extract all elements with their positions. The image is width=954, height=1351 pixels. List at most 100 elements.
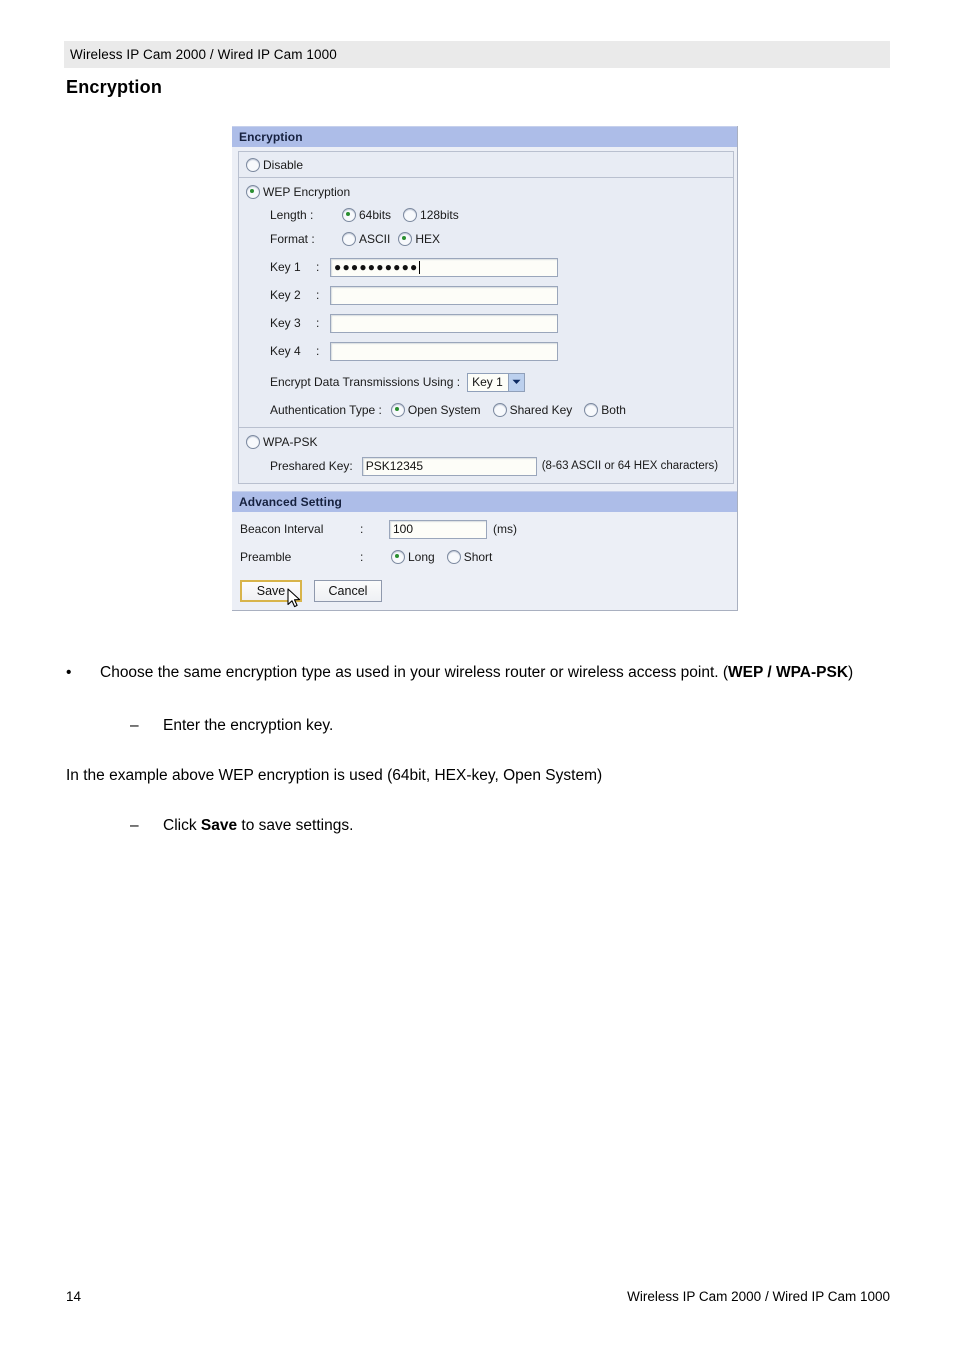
preshared-key-input[interactable]: PSK12345 xyxy=(361,456,537,476)
encrypt-using-label: Encrypt Data Transmissions Using : xyxy=(270,375,461,389)
encryption-panel-header: Encryption xyxy=(232,126,737,147)
text-caret xyxy=(419,260,421,274)
key-4-row: Key 4 : xyxy=(246,340,733,362)
key-3-input[interactable] xyxy=(330,313,558,333)
radio-wpa-psk-icon[interactable] xyxy=(246,435,260,449)
key-1-row: Key 1 : ●●●●●●●●●● xyxy=(246,256,733,278)
radio-wep-encryption-label: WEP Encryption xyxy=(263,185,351,199)
wpa-psk-group: WPA-PSK Preshared Key: PSK12345 (8-63 AS… xyxy=(238,427,734,484)
radio-wpa-psk-label: WPA-PSK xyxy=(263,435,318,449)
sub-item-2-text: Click Save to save settings. xyxy=(163,815,353,837)
beacon-interval-unit: (ms) xyxy=(493,522,517,536)
auth-type-row: Authentication Type : Open System Shared… xyxy=(246,399,733,421)
radio-preamble-short-icon[interactable] xyxy=(446,550,461,564)
radio-both-label: Both xyxy=(601,403,626,417)
sub-item-2-bold: Save xyxy=(200,817,238,834)
wep-length-row: Length : 64bits 128bits xyxy=(246,204,733,226)
bullet-item-1-text: Choose the same encryption type as used … xyxy=(100,662,853,684)
radio-ascii-icon[interactable] xyxy=(342,232,356,246)
radio-64bits-label: 64bits xyxy=(359,208,392,222)
auth-type-label: Authentication Type : xyxy=(270,403,382,417)
preshared-key-label: Preshared Key: xyxy=(270,459,353,473)
running-header-band: Wireless IP Cam 2000 / Wired IP Cam 1000 xyxy=(64,41,890,68)
advanced-setting-title: Advanced Setting xyxy=(239,495,342,509)
beacon-interval-input[interactable]: 100 xyxy=(389,519,487,539)
bullet-item-1-bold: WEP / WPA-PSK xyxy=(728,664,849,681)
key-2-label: Key 2 xyxy=(270,288,301,302)
radio-preamble-short-label: Short xyxy=(463,550,493,564)
wep-length-label: Length : xyxy=(270,208,314,222)
example-paragraph: In the example above WEP encryption is u… xyxy=(66,765,876,787)
radio-ascii-label: ASCII xyxy=(359,232,391,246)
radio-open-system-icon[interactable] xyxy=(390,403,405,417)
key-2-row: Key 2 : xyxy=(246,284,733,306)
wep-format-row: Format : ASCII HEX xyxy=(246,228,733,250)
encryption-settings-panel: Encryption Disable WEP Encryption Length… xyxy=(232,126,738,611)
beacon-interval-colon: : xyxy=(360,522,364,536)
wep-encryption-row[interactable]: WEP Encryption xyxy=(246,183,733,201)
key-4-input[interactable] xyxy=(330,341,558,361)
sub-item-2-text-part1: Click xyxy=(163,817,201,834)
dash-marker-1: – xyxy=(130,717,139,734)
radio-64bits-icon[interactable] xyxy=(342,208,356,222)
advanced-setting-header: Advanced Setting xyxy=(232,491,737,512)
key-2-input[interactable] xyxy=(330,285,558,305)
advanced-setting-body: Beacon Interval : 100 (ms) Preamble : Lo… xyxy=(232,512,737,610)
encryption-panel-body: Disable WEP Encryption Length : 64bits 1… xyxy=(232,147,737,487)
sub-item-1: – Enter the encryption key. xyxy=(130,715,870,737)
radio-shared-key-icon[interactable] xyxy=(492,403,507,417)
radio-both-icon[interactable] xyxy=(584,403,599,417)
sub-item-1-text: Enter the encryption key. xyxy=(163,717,334,734)
beacon-interval-row: Beacon Interval : 100 (ms) xyxy=(240,518,737,540)
radio-preamble-long-icon[interactable] xyxy=(391,550,405,564)
radio-128bits-label: 128bits xyxy=(420,208,459,222)
key-1-label: Key 1 xyxy=(270,260,301,274)
radio-128bits-icon[interactable] xyxy=(403,208,418,222)
encrypt-using-select[interactable]: Key 1 xyxy=(467,372,525,392)
bullet-item-1-text-part1: Choose the same encryption type as used … xyxy=(100,664,729,681)
key-1-input[interactable]: ●●●●●●●●●● xyxy=(330,257,558,277)
preamble-label: Preamble xyxy=(240,550,292,564)
bullet-item-1: • Choose the same encryption type as use… xyxy=(66,662,876,684)
preamble-row: Preamble : Long Short xyxy=(240,546,737,568)
beacon-interval-label: Beacon Interval xyxy=(240,522,324,536)
bullet-item-1-text-part2: ) xyxy=(848,664,854,681)
encryption-panel-title: Encryption xyxy=(239,130,303,144)
key-1-colon: : xyxy=(316,260,320,274)
footer-page-number: 14 xyxy=(66,1289,82,1304)
beacon-interval-value: 100 xyxy=(393,522,414,536)
key-4-colon: : xyxy=(316,344,320,358)
save-button[interactable]: Save xyxy=(240,580,302,602)
running-header-text: Wireless IP Cam 2000 / Wired IP Cam 1000 xyxy=(70,47,337,62)
encrypt-using-value: Key 1 xyxy=(472,375,503,389)
preshared-key-row: Preshared Key: PSK12345 (8-63 ASCII or 6… xyxy=(246,455,733,477)
bullet-marker: • xyxy=(66,664,72,681)
key-1-value: ●●●●●●●●●● xyxy=(334,260,419,274)
disable-row[interactable]: Disable xyxy=(246,156,733,173)
wep-format-label: Format : xyxy=(270,232,315,246)
radio-disable-icon[interactable] xyxy=(246,157,260,172)
chevron-down-icon[interactable] xyxy=(507,373,524,391)
key-4-label: Key 4 xyxy=(270,344,301,358)
key-3-row: Key 3 : xyxy=(246,312,733,334)
encrypt-using-row: Encrypt Data Transmissions Using : Key 1 xyxy=(246,371,733,393)
radio-wep-encryption-icon[interactable] xyxy=(246,185,260,199)
wpa-psk-row[interactable]: WPA-PSK xyxy=(246,433,733,451)
button-row: Save Cancel xyxy=(240,580,737,608)
key-2-colon: : xyxy=(316,288,320,302)
preshared-key-hint: (8-63 ASCII or 64 HEX characters) xyxy=(541,460,719,472)
key-3-label: Key 3 xyxy=(270,316,301,330)
page-title: Encryption xyxy=(66,77,163,97)
sub-item-2: – Click Save to save settings. xyxy=(130,815,870,837)
sub-item-2-text-part2: to save settings. xyxy=(237,817,354,834)
preshared-key-value: PSK12345 xyxy=(365,459,424,473)
radio-preamble-long-label: Long xyxy=(408,550,435,564)
radio-disable-label: Disable xyxy=(263,157,304,172)
radio-shared-key-label: Shared Key xyxy=(509,403,573,417)
footer-title: Wireless IP Cam 2000 / Wired IP Cam 1000 xyxy=(627,1289,890,1304)
disable-group: Disable xyxy=(238,151,734,177)
radio-open-system-label: Open System xyxy=(407,403,481,417)
radio-hex-icon[interactable] xyxy=(398,232,413,246)
cancel-button[interactable]: Cancel xyxy=(314,580,382,602)
dash-marker-2: – xyxy=(130,817,139,834)
